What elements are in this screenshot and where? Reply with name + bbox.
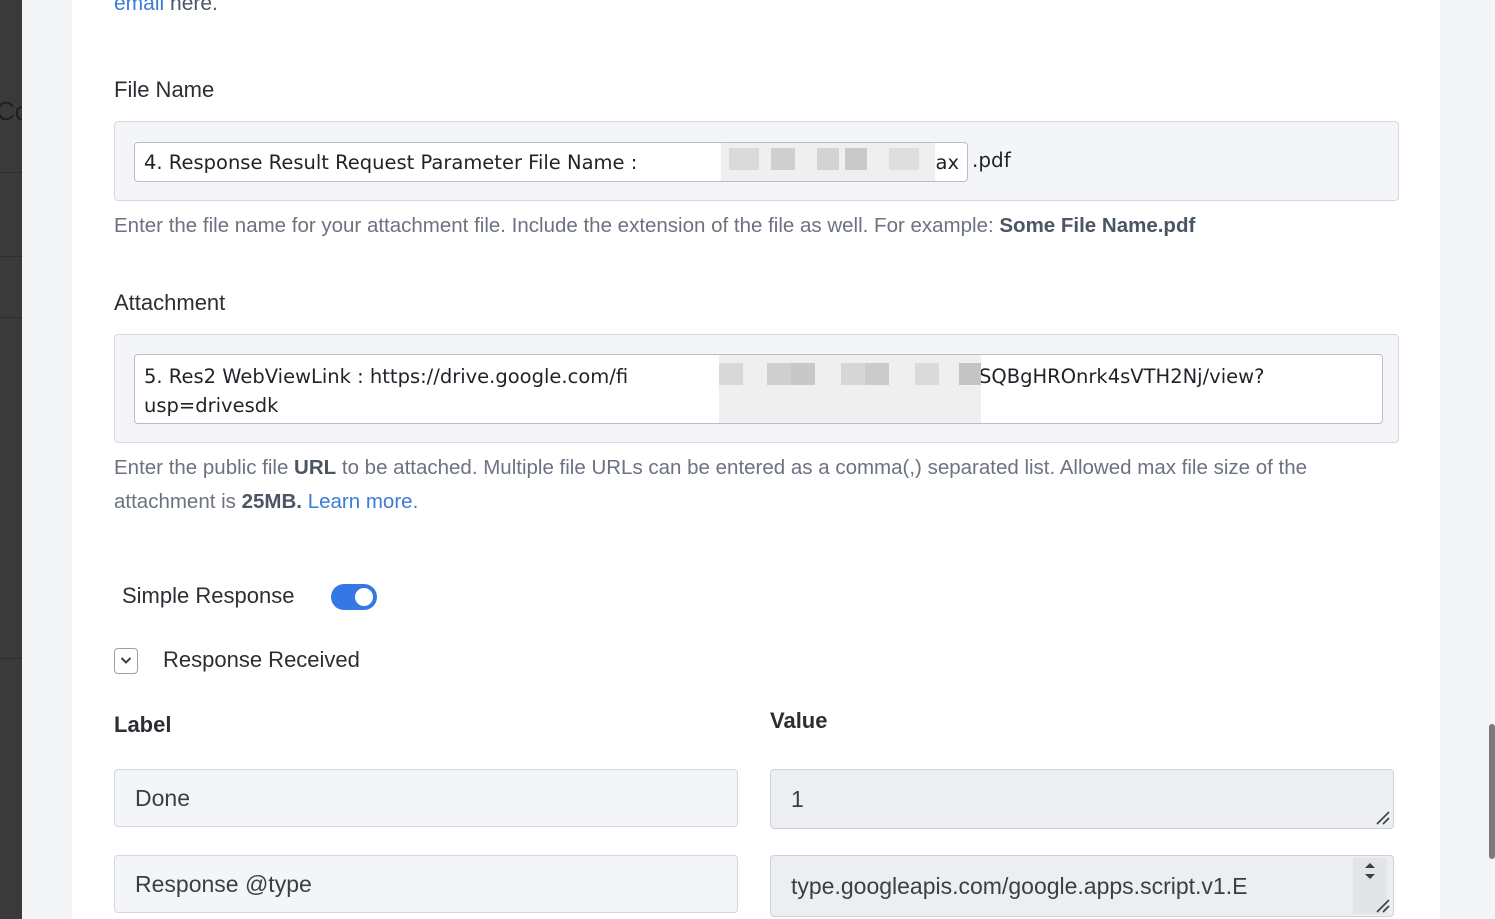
response-label-input[interactable]: Response @type xyxy=(114,855,738,913)
value-column-header: Value xyxy=(770,708,828,733)
learn-more-link[interactable]: Learn more xyxy=(308,490,413,513)
attachment-label: Attachment xyxy=(114,290,226,315)
attachment-variable-chip[interactable]: 5. Res2 WebViewLink : https://drive.goog… xyxy=(134,354,1383,424)
scrollbar-thumb[interactable] xyxy=(1489,724,1495,859)
file-name-variable-chip[interactable]: 4. Response Result Request Parameter Fil… xyxy=(134,142,968,182)
response-received-label: Response Received xyxy=(163,647,360,672)
email-hint-text: email here. xyxy=(114,0,218,16)
attachment-help-text: Enter the public file URL to be attached… xyxy=(114,456,1308,513)
response-value-textarea[interactable]: 1 xyxy=(770,769,1394,829)
response-value-textarea[interactable]: type.googleapis.com/google.apps.script.v… xyxy=(770,855,1394,917)
file-extension-text: .pdf xyxy=(972,148,1011,172)
screen: Co email here. File Name 4. Response Res… xyxy=(0,0,1495,919)
file-name-help-text: Enter the file name for your attachment … xyxy=(114,214,1196,237)
response-label-input[interactable]: Done xyxy=(114,769,738,827)
label-column-header: Label xyxy=(114,712,172,737)
file-name-label: File Name xyxy=(114,77,215,102)
resize-grip-icon[interactable] xyxy=(1373,808,1391,826)
resize-grip-icon[interactable] xyxy=(1373,896,1391,914)
simple-response-toggle[interactable] xyxy=(331,584,377,610)
background-window: Co xyxy=(0,0,29,919)
simple-response-label: Simple Response xyxy=(122,583,295,608)
redacted-area xyxy=(721,143,935,181)
toggle-knob xyxy=(355,588,373,606)
chevron-down-icon xyxy=(120,657,132,664)
redacted-area xyxy=(719,355,981,423)
scroll-arrows-icon[interactable] xyxy=(1353,860,1387,884)
response-received-collapse-button[interactable] xyxy=(114,648,138,674)
email-link[interactable]: email xyxy=(114,0,164,15)
